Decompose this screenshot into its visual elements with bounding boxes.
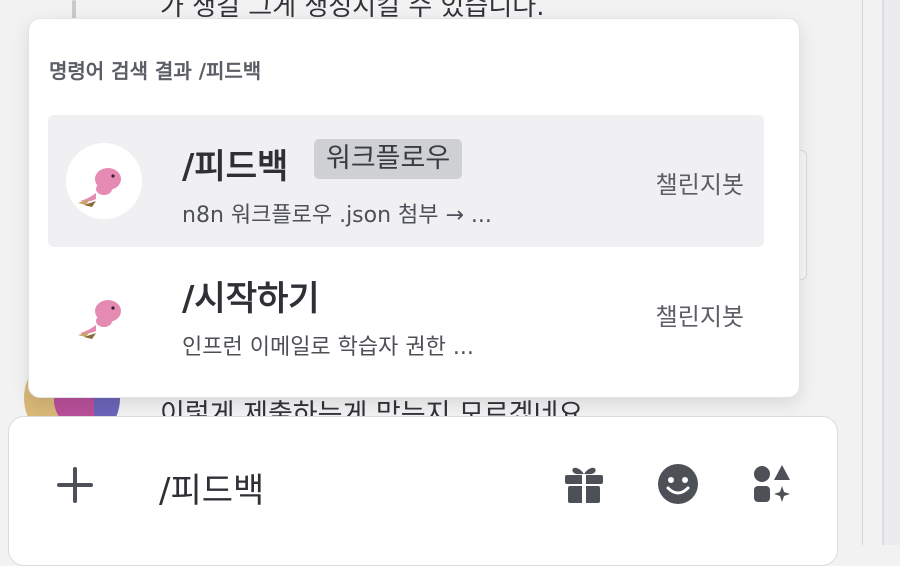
message-input[interactable]: /피드백 (159, 463, 264, 512)
apps-button[interactable] (749, 461, 795, 507)
command-title: /시작하기 (182, 279, 320, 319)
command-item-feedback[interactable]: /피드백 워크플로우 n8n 워크플로우 .json 첨부 → ... 챌린지봇 (48, 115, 764, 247)
emoji-button[interactable] (655, 461, 701, 507)
command-source: 챌린지봇 (655, 303, 744, 331)
bot-avatar (66, 143, 142, 219)
command-item-start[interactable]: /시작하기 인프런 이메일로 학습자 권한 ... 챌린지봇 (48, 247, 764, 379)
command-description: 인프런 이메일로 학습자 권한 ... (182, 335, 474, 360)
bot-avatar (66, 275, 142, 351)
panel-divider (862, 0, 863, 545)
pink-whale-icon (78, 300, 121, 339)
smile-icon (658, 464, 698, 504)
command-title: /피드백 (182, 147, 289, 187)
command-autocomplete-popup: 명령어 검색 결과 /피드백 /피드백 워크플로우 n8n 워크플로우 .jso… (28, 18, 800, 398)
command-tag-badge: 워크플로우 (314, 139, 463, 179)
gift-button[interactable] (561, 461, 607, 507)
command-source: 챌린지봇 (655, 171, 744, 199)
popup-header: 명령어 검색 결과 /피드백 (49, 59, 262, 83)
quote-bar (72, 0, 76, 20)
pink-whale-icon (78, 168, 121, 207)
command-description: n8n 워크플로우 .json 첨부 → ... (182, 203, 492, 228)
gift-icon (565, 467, 603, 503)
apps-icon (754, 465, 790, 502)
right-panel-edge (884, 0, 900, 545)
plus-icon (57, 467, 93, 503)
attach-button[interactable] (53, 463, 97, 507)
message-composer: /피드백 (8, 416, 838, 566)
